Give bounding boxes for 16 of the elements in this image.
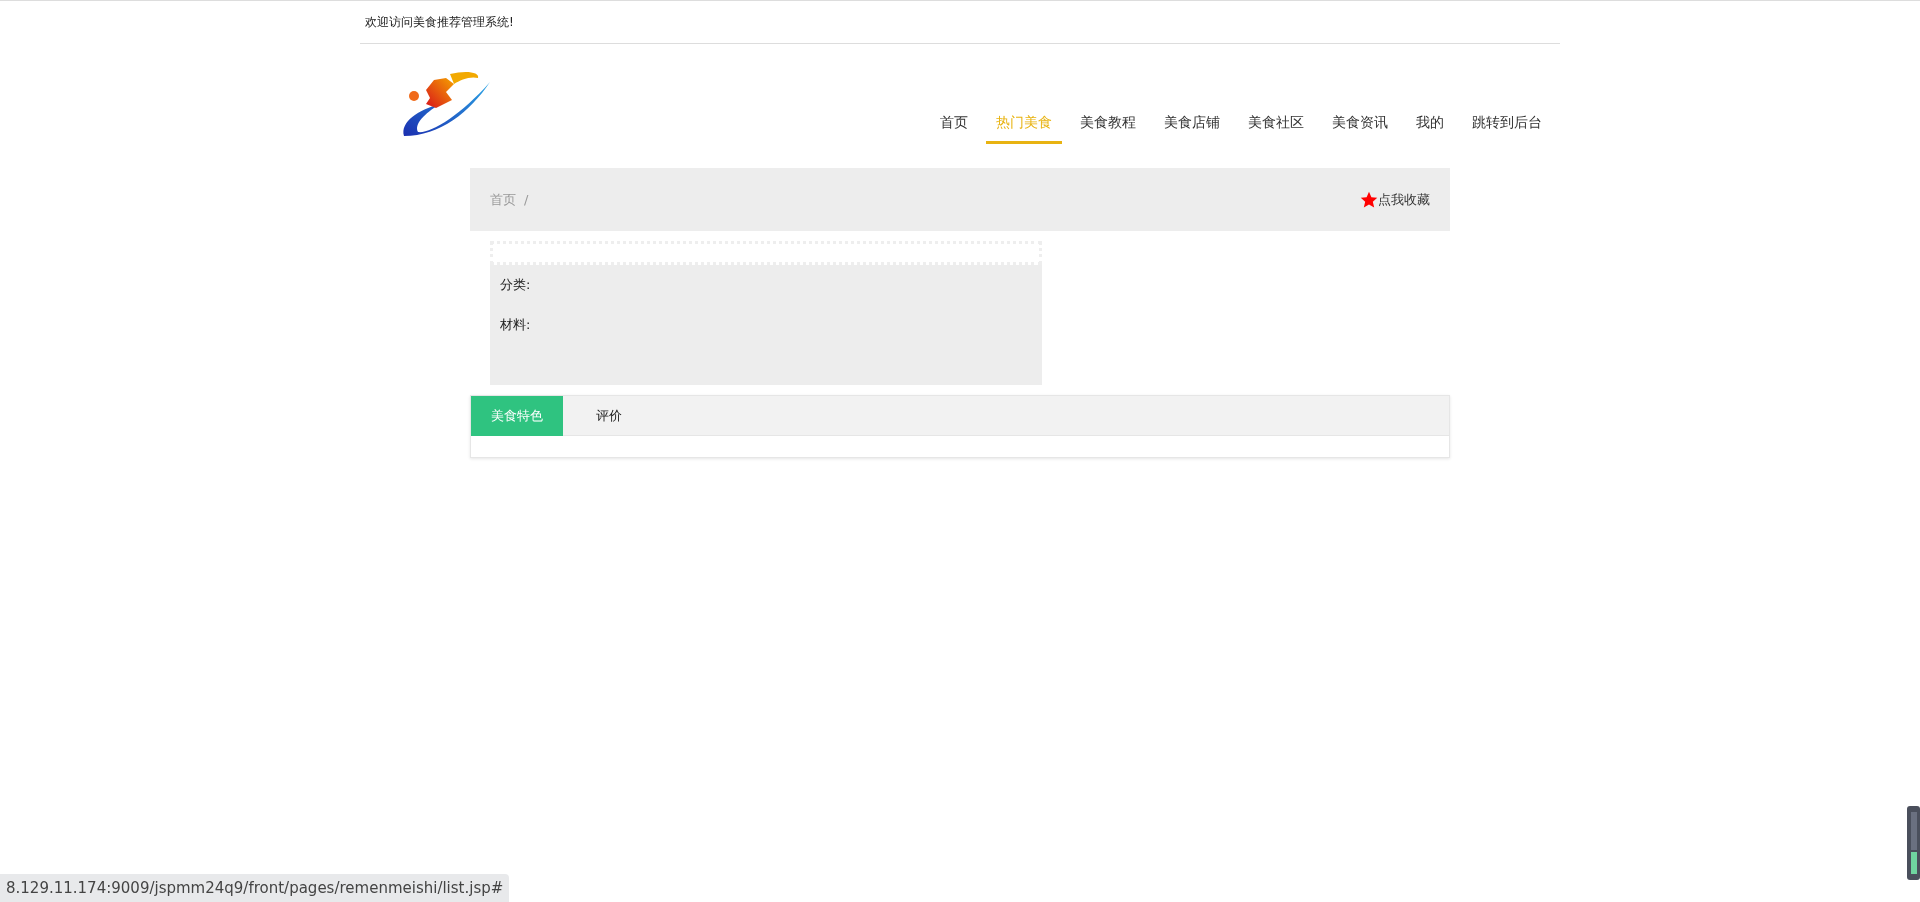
field-label: 分类:: [500, 277, 531, 292]
status-url: 8.129.11.174:9009/jspmm24q9/front/pages/remenmeishi/list.jsp#: [0, 873, 510, 902]
favorite-link[interactable]: 点我收藏: [1360, 189, 1430, 210]
tab[interactable]: 评价: [563, 396, 655, 436]
nav-link[interactable]: 美食资讯: [1322, 102, 1398, 144]
nav-link[interactable]: 首页: [930, 102, 978, 144]
nav-link[interactable]: 美食社区: [1238, 102, 1314, 144]
meter-icon: [1906, 806, 1920, 880]
field-label: 材料:: [500, 316, 531, 332]
nav-link[interactable]: 美食教程: [1070, 102, 1146, 144]
star-icon: [1360, 190, 1378, 209]
welcome-text: 欢迎访问美食推荐管理系统!: [365, 14, 514, 31]
nav-link[interactable]: 我的: [1406, 102, 1454, 144]
nav-link[interactable]: 美食店铺: [1154, 102, 1230, 144]
breadcrumb-separator: /: [524, 190, 529, 209]
nav-link[interactable]: 跳转到后台: [1462, 102, 1552, 144]
